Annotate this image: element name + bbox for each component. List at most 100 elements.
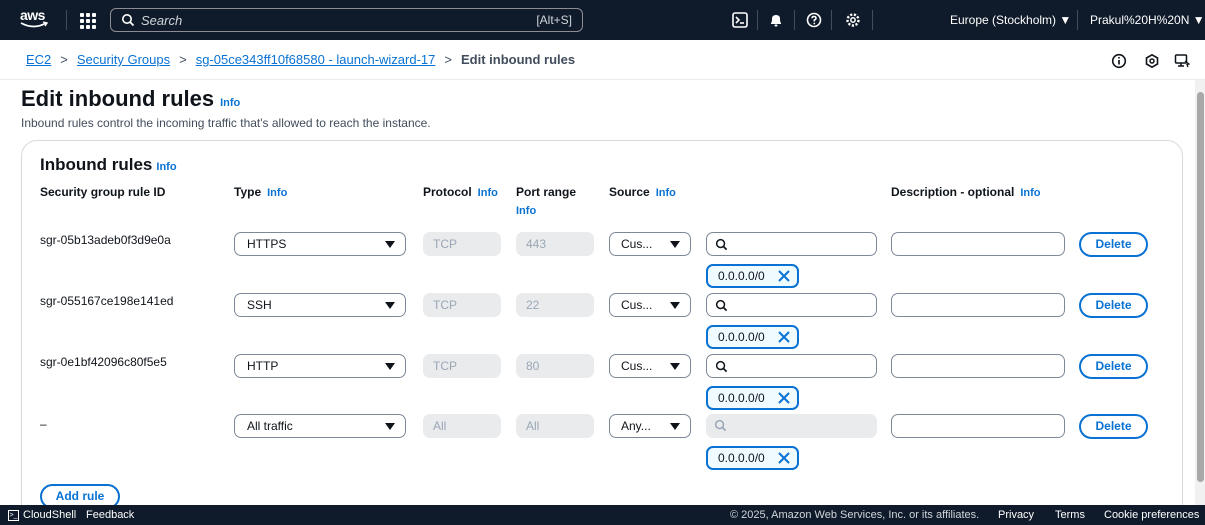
type-select[interactable]: SSH xyxy=(234,293,406,317)
protocol-field: TCP xyxy=(423,354,501,378)
cloudshell-icon: >_ xyxy=(8,509,19,521)
cloudshell-icon[interactable] xyxy=(732,12,748,28)
nav-divider xyxy=(757,10,758,30)
source-cidr-search-input[interactable] xyxy=(706,232,877,256)
type-select[interactable]: HTTPS xyxy=(234,232,406,256)
nav-divider xyxy=(831,10,832,30)
privacy-link[interactable]: Privacy xyxy=(998,509,1034,521)
column-header-protocol-text: Protocol xyxy=(423,185,472,199)
port-range-info-link[interactable]: Info xyxy=(516,205,536,217)
feedback-link[interactable]: Feedback xyxy=(86,509,134,521)
cidr-token-label: 0.0.0.0/0 xyxy=(718,451,765,465)
source-select-value: Cus... xyxy=(621,298,653,312)
description-input[interactable] xyxy=(891,414,1065,438)
column-header-port-range: Port range Info xyxy=(516,185,576,217)
delete-rule-button[interactable]: Delete xyxy=(1079,354,1148,379)
source-select[interactable]: Cus... xyxy=(609,232,691,256)
rule-id: sgr-05b13adeb0f3d9e0a xyxy=(40,233,171,247)
source-cidr-search-input[interactable] xyxy=(706,293,877,317)
aws-logo-text: aws xyxy=(20,7,45,23)
remove-token-icon[interactable] xyxy=(777,451,791,465)
column-header-port-range-text: Port range xyxy=(516,185,577,199)
column-header-type: Type Info xyxy=(234,185,287,199)
nav-divider xyxy=(872,10,873,30)
rule-id: sgr-055167ce198e141ed xyxy=(40,294,174,308)
cidr-token: 0.0.0.0/0 xyxy=(706,264,799,288)
help-icon[interactable] xyxy=(806,12,822,28)
delete-rule-button[interactable]: Delete xyxy=(1079,414,1148,439)
terms-link[interactable]: Terms xyxy=(1055,509,1085,521)
nav-divider xyxy=(66,10,67,30)
caret-down-icon xyxy=(670,363,680,370)
caret-down-icon xyxy=(385,423,395,430)
protocol-field: All xyxy=(423,414,501,438)
search-icon xyxy=(714,419,727,432)
page-info-link[interactable]: Info xyxy=(220,97,240,109)
nav-divider xyxy=(794,10,795,30)
description-input[interactable] xyxy=(891,293,1065,317)
port-range-field: All xyxy=(516,414,594,438)
cookie-preferences-link[interactable]: Cookie preferences xyxy=(1104,509,1199,521)
services-grid-icon[interactable] xyxy=(78,11,96,29)
delete-rule-button[interactable]: Delete xyxy=(1079,293,1148,318)
delete-rule-button[interactable]: Delete xyxy=(1079,232,1148,257)
chevron-right-icon: > xyxy=(444,52,452,67)
breadcrumb-ec2[interactable]: EC2 xyxy=(26,52,51,67)
source-select[interactable]: Cus... xyxy=(609,293,691,317)
cidr-token-label: 0.0.0.0/0 xyxy=(718,269,765,283)
description-info-link[interactable]: Info xyxy=(1020,187,1040,199)
aws-logo[interactable]: aws xyxy=(20,8,50,32)
remove-token-icon[interactable] xyxy=(777,269,791,283)
caret-down-icon xyxy=(670,423,680,430)
panel-info-link[interactable]: Info xyxy=(156,161,176,173)
notifications-bell-icon[interactable] xyxy=(768,12,784,28)
settings-gear-icon[interactable] xyxy=(845,12,861,28)
source-select[interactable]: Any... xyxy=(609,414,691,438)
description-input[interactable] xyxy=(891,354,1065,378)
scrollbar-thumb[interactable] xyxy=(1197,92,1204,482)
caret-down-icon xyxy=(385,241,395,248)
column-header-source-text: Source xyxy=(609,185,650,199)
rule-id: sgr-0e1bf42096c80f5e5 xyxy=(40,355,167,369)
search-icon xyxy=(122,14,135,27)
source-info-link[interactable]: Info xyxy=(656,187,676,199)
remove-token-icon[interactable] xyxy=(777,330,791,344)
source-select-value: Cus... xyxy=(621,359,653,373)
top-navigation: aws Search [Alt+S] Europe (Stockholm) ▼ … xyxy=(0,0,1205,40)
source-select[interactable]: Cus... xyxy=(609,354,691,378)
type-select-value: All traffic xyxy=(247,419,293,433)
description-input[interactable] xyxy=(891,232,1065,256)
protocol-field: TCP xyxy=(423,293,501,317)
type-select-value: HTTPS xyxy=(247,237,287,251)
panel-title: Inbound rules Info xyxy=(40,155,177,175)
source-cidr-search-input[interactable] xyxy=(706,354,877,378)
feedback-icon[interactable] xyxy=(1174,53,1190,69)
source-cidr-search-input xyxy=(706,414,877,438)
type-select[interactable]: HTTP xyxy=(234,354,406,378)
type-select[interactable]: All traffic xyxy=(234,414,406,438)
cidr-token: 0.0.0.0/0 xyxy=(706,325,799,349)
column-header-source: Source Info xyxy=(609,185,676,199)
type-info-link[interactable]: Info xyxy=(267,187,287,199)
breadcrumb-security-groups[interactable]: Security Groups xyxy=(77,52,170,67)
breadcrumb-security-group[interactable]: sg-05ce343ff10f68580 - launch-wizard-17 xyxy=(196,52,436,67)
breadcrumb-current: Edit inbound rules xyxy=(460,52,576,67)
remove-token-icon[interactable] xyxy=(777,391,791,405)
panel-title-text: Inbound rules xyxy=(40,155,153,174)
search-input[interactable]: Search [Alt+S] xyxy=(110,8,583,32)
search-icon xyxy=(715,360,728,373)
cloudshell-link[interactable]: >_ CloudShell xyxy=(8,509,76,521)
region-selector[interactable]: Europe (Stockholm) ▼ xyxy=(950,13,1071,27)
cidr-token-label: 0.0.0.0/0 xyxy=(718,330,765,344)
protocol-info-link[interactable]: Info xyxy=(478,187,498,199)
nav-divider xyxy=(1077,10,1078,30)
column-header-description: Description - optional Info xyxy=(891,185,1041,199)
notifications-panel-icon[interactable] xyxy=(1144,53,1160,69)
info-panel-icon[interactable] xyxy=(1111,53,1127,69)
cidr-token: 0.0.0.0/0 xyxy=(706,446,799,470)
port-range-field: 443 xyxy=(516,232,594,256)
account-menu[interactable]: Prakul%20H%20N ▼ xyxy=(1090,13,1205,27)
chevron-right-icon: > xyxy=(60,52,68,67)
chevron-right-icon: > xyxy=(179,52,187,67)
cidr-token: 0.0.0.0/0 xyxy=(706,386,799,410)
